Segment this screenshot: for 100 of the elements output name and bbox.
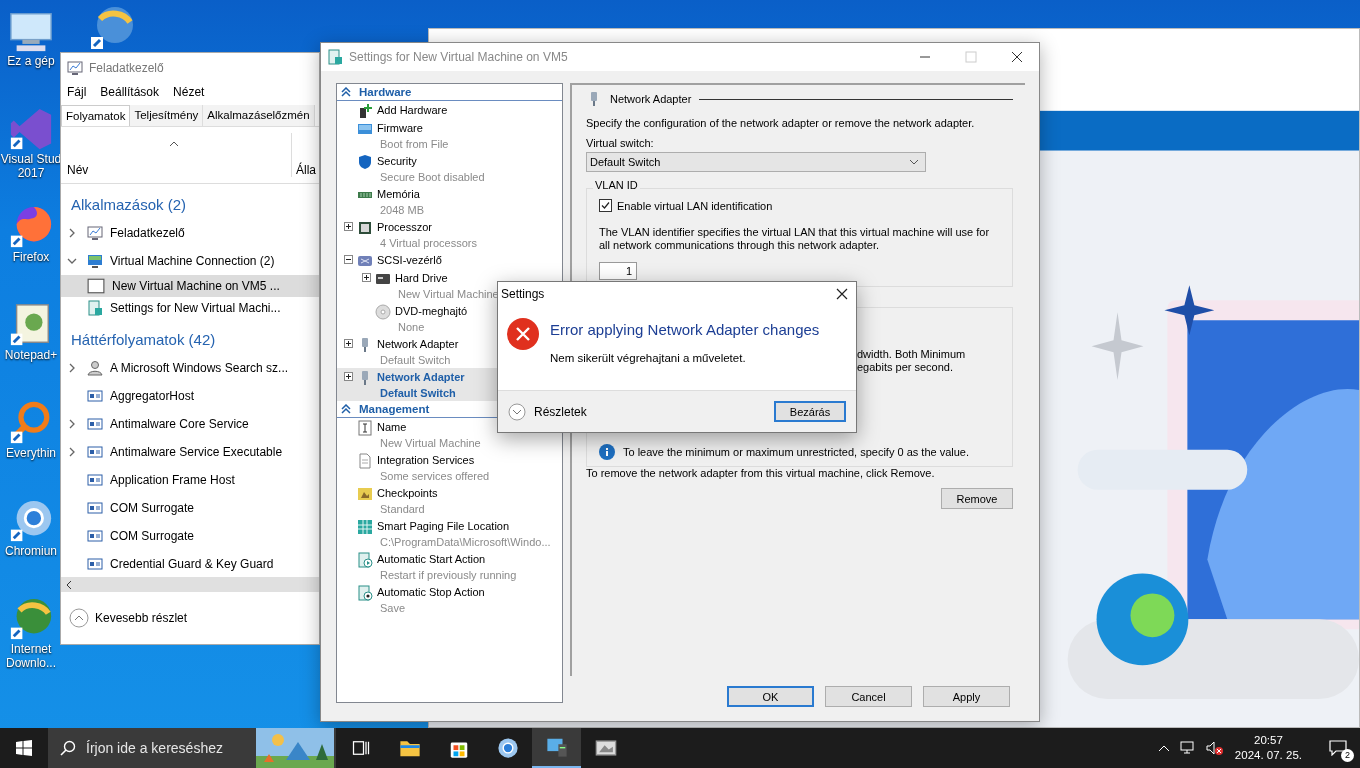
clock-time[interactable]: 20:57: [1254, 733, 1283, 748]
collapse-icon[interactable]: [69, 608, 89, 628]
desktop-icon-label[interactable]: Firefox: [12, 250, 50, 264]
desktop-icon-label[interactable]: Everythin: [6, 446, 56, 460]
screen-icon: [357, 121, 373, 137]
tab[interactable]: Alkalmazáselőzmén: [203, 105, 315, 126]
checkpoint-icon: [357, 486, 373, 502]
service-icon: [87, 388, 103, 404]
vlan-id-field[interactable]: 1: [599, 262, 637, 280]
process-row[interactable]: COM Surrogate: [61, 494, 319, 522]
checkbox[interactable]: [599, 199, 612, 212]
collapse-chevrons-icon[interactable]: [341, 404, 351, 414]
menu-item[interactable]: Nézet: [173, 85, 205, 99]
settings-item[interactable]: Name New Virtual Machine: [375, 419, 481, 451]
chevron-icon[interactable]: [67, 363, 77, 373]
service-icon: [87, 472, 103, 488]
settings-item[interactable]: Checkpoints Standard: [375, 485, 438, 517]
virtual-switch-dropdown[interactable]: Default Switch: [586, 152, 926, 172]
process-row[interactable]: Antimalware Service Executable: [61, 438, 319, 466]
desktop-icon-label[interactable]: Internet Downlo...: [6, 642, 56, 670]
settings-item[interactable]: DVD-meghajtó None: [393, 303, 468, 335]
panel-heading: Network Adapter: [610, 93, 692, 105]
search-field[interactable]: Írjon ide a kereséshez: [48, 728, 336, 768]
network-icon[interactable]: [1179, 741, 1196, 755]
tab[interactable]: Folyamatok: [61, 105, 131, 126]
process-name: AggregatorHost: [110, 389, 195, 403]
windows-logo-icon: [16, 740, 32, 756]
menu-item[interactable]: Fájl: [67, 85, 87, 99]
section-heading: Management: [359, 403, 430, 415]
volume-muted-icon[interactable]: [1205, 741, 1224, 755]
process-row[interactable]: Credential Guard & Key Guard: [61, 550, 319, 577]
settings-item[interactable]: Integration Services Some services offered: [375, 452, 490, 484]
settings-item[interactable]: Automatic Stop Action Save: [375, 584, 485, 616]
desktop-icon-label[interactable]: Notepad+: [4, 348, 58, 362]
description-text: The VLAN identifier specifies the virtual LAN that this virtual machine will use for all network communications through this network adapter.: [599, 226, 991, 252]
close-icon[interactable]: [836, 288, 848, 300]
chevron-up-icon[interactable]: [1157, 744, 1170, 752]
dialog-button[interactable]: Cancel: [825, 686, 912, 707]
process-name: Application Frame Host: [110, 473, 235, 487]
chevron-icon[interactable]: [67, 228, 77, 238]
tab[interactable]: Teljesítmény: [130, 105, 204, 126]
expander-icon[interactable]: [343, 222, 353, 231]
settings-item[interactable]: Hard Drive New Virtual Machine: [393, 270, 499, 302]
desktop-icon-label[interactable]: Chromiun: [5, 544, 57, 558]
collapse-chevrons-icon[interactable]: [341, 87, 351, 97]
expand-icon[interactable]: [508, 402, 526, 421]
column-header[interactable]: Név: [67, 163, 89, 177]
menu-item[interactable]: Beállítások: [100, 85, 160, 99]
expander-icon[interactable]: [343, 255, 353, 264]
dialog-button[interactable]: Apply: [923, 686, 1010, 707]
process-row[interactable]: COM Surrogate: [61, 522, 319, 550]
task-view-icon: [350, 738, 371, 758]
field-label: Virtual switch:: [586, 137, 655, 150]
scroll-left-icon[interactable]: [65, 579, 73, 590]
settings-item[interactable]: SCSI-vezérlő: [375, 252, 442, 268]
close-icon[interactable]: [1011, 51, 1023, 63]
notification-icon[interactable]: [1329, 740, 1347, 756]
process-row[interactable]: Settings for New Virtual Machi...: [61, 297, 319, 319]
close-button[interactable]: Bezárás: [774, 401, 846, 422]
settings-item[interactable]: Automatic Start Action Restart if previously running: [375, 551, 517, 583]
settings-item[interactable]: Security Secure Boot disabled: [375, 153, 485, 185]
process-row[interactable]: Virtual Machine Connection (2): [61, 247, 319, 275]
process-row[interactable]: Antimalware Core Service: [61, 410, 319, 438]
description-text: To remove the network adapter from this virtual machine, click Remove.: [586, 467, 936, 480]
process-name: Antimalware Core Service: [110, 417, 249, 431]
settings-item[interactable]: Memória 2048 MB: [375, 186, 425, 218]
dialog-button[interactable]: OK: [727, 686, 814, 707]
info-text: To leave the minimum or maximum unrestricted, specify 0 as the value.: [623, 446, 970, 458]
remove-button[interactable]: Remove: [941, 488, 1013, 509]
settings-item[interactable]: Add Hardware: [375, 102, 448, 118]
process-name: New Virtual Machine on VM5 ...: [112, 279, 280, 293]
desktop-icon-label[interactable]: Ez a gép: [7, 54, 55, 68]
info-icon: [599, 444, 615, 460]
process-row[interactable]: Feladatkezelő: [61, 219, 319, 247]
checkbox-label[interactable]: Enable virtual LAN identification: [617, 199, 773, 212]
settings-item[interactable]: Network Adapter Default Switch: [375, 336, 459, 368]
fewer-details-link[interactable]: Kevesebb részlet: [95, 611, 188, 625]
expander-icon[interactable]: [343, 372, 353, 381]
expander-icon[interactable]: [343, 339, 353, 348]
browser-shortcut-icon: [8, 204, 54, 250]
settings-item[interactable]: Smart Paging File Location C:\ProgramData\Microsoft\Windo...: [375, 518, 551, 550]
clock-date[interactable]: 2024. 07. 25.: [1234, 748, 1302, 763]
scrollbar[interactable]: [61, 577, 319, 592]
caret-icon: [909, 159, 919, 165]
column-header[interactable]: Álla: [291, 133, 316, 177]
process-row[interactable]: AggregatorHost: [61, 382, 319, 410]
chevron-icon[interactable]: [67, 256, 77, 266]
desktop-icon-label[interactable]: Visual Stud 2017: [0, 152, 62, 180]
process-row[interactable]: A Microsoft Windows Search sz...: [61, 354, 319, 382]
process-row[interactable]: New Virtual Machine on VM5 ...: [61, 275, 319, 297]
process-name: Settings for New Virtual Machi...: [110, 301, 281, 315]
document-icon: [357, 453, 373, 469]
monitor-icon: [87, 253, 103, 269]
settings-item[interactable]: Processzor 4 Virtual processors: [375, 219, 477, 251]
expander-icon[interactable]: [361, 273, 371, 282]
details-toggle[interactable]: Részletek: [534, 404, 766, 419]
chevron-icon[interactable]: [67, 419, 77, 429]
process-row[interactable]: Application Frame Host: [61, 466, 319, 494]
settings-item[interactable]: Firmware Boot from File: [375, 120, 449, 152]
chevron-icon[interactable]: [67, 447, 77, 457]
